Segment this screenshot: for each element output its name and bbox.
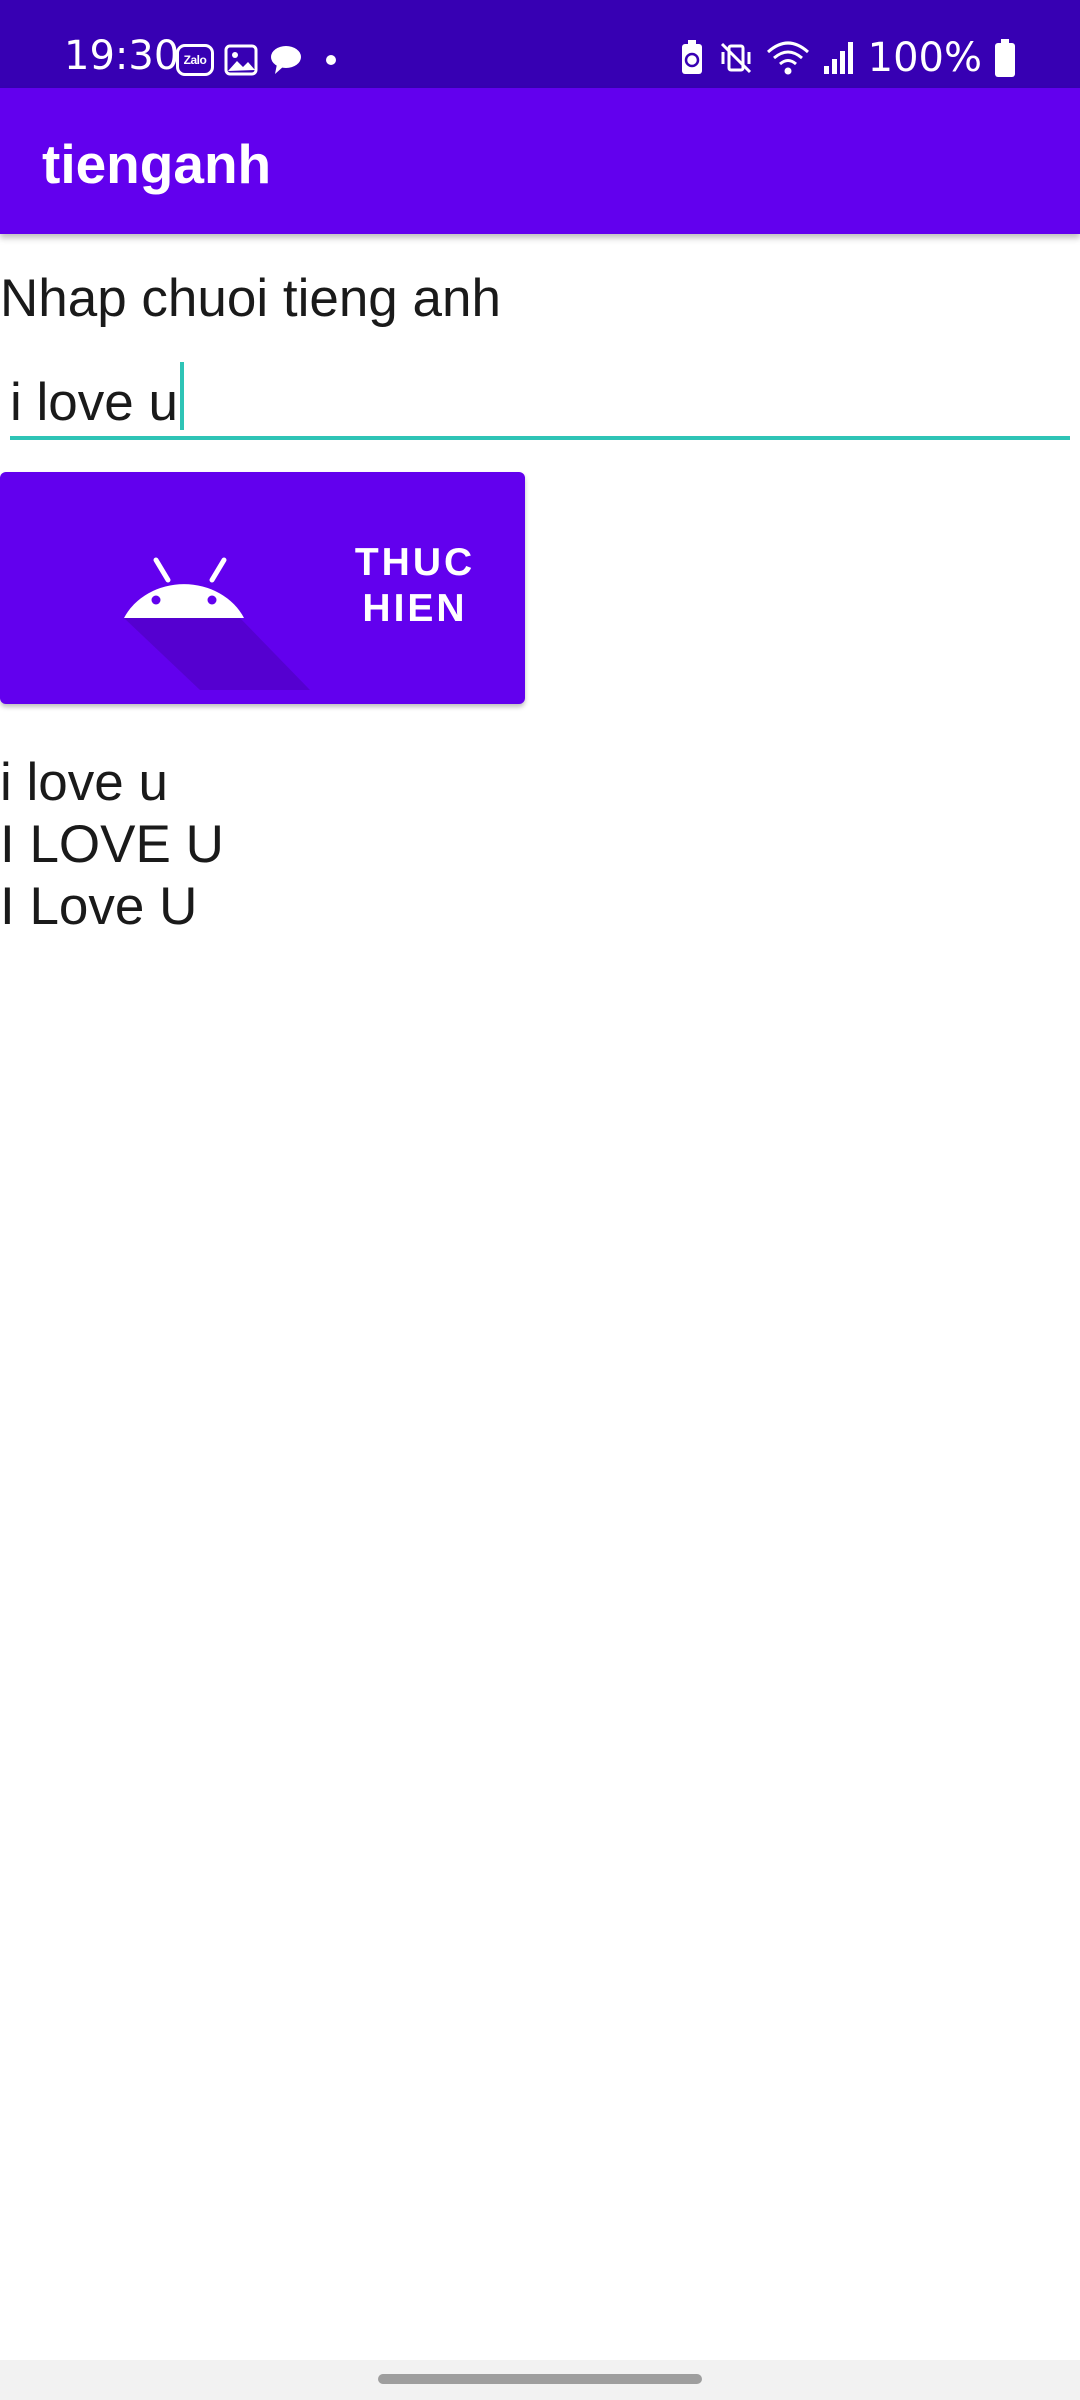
app-title: tienganh: [42, 133, 272, 195]
wifi-icon: [766, 41, 809, 75]
battery-icon: [995, 39, 1015, 77]
gesture-handle[interactable]: [378, 2374, 702, 2384]
battery-saver-icon: [681, 40, 702, 74]
results-text: i love u I LOVE U I Love U: [0, 752, 224, 938]
gallery-icon: [224, 44, 258, 76]
dot-icon: [326, 55, 336, 65]
input-value[interactable]: i love u: [10, 373, 178, 432]
notification-icons: Zalo: [176, 40, 336, 80]
chat-bubble-icon: [271, 46, 301, 74]
thuc-hien-button[interactable]: THUC HIEN: [0, 472, 525, 704]
status-bar: 19:30 Zalo 100%: [0, 0, 1080, 88]
status-time: 19:30: [64, 33, 180, 79]
result-titlecase: I Love U: [0, 877, 198, 936]
navigation-bar: [0, 2360, 1080, 2400]
input-value-wrapper[interactable]: i love u: [10, 362, 184, 434]
text-cursor: [179, 362, 184, 430]
vibrate-mute-icon: [720, 42, 751, 74]
screen: 19:30 Zalo 100% tienganh Nhap chuoi tien…: [0, 0, 1080, 2400]
thuc-hien-label: THUC HIEN: [354, 541, 476, 630]
system-icons: 100%: [678, 36, 1016, 80]
battery-percent: 100%: [867, 35, 982, 81]
result-original: i love u: [0, 753, 168, 812]
prompt-label: Nhap chuoi tieng anh: [0, 269, 501, 328]
result-uppercase: I LOVE U: [0, 815, 224, 874]
zalo-icon: Zalo: [176, 44, 214, 76]
signal-icon: [823, 42, 853, 74]
english-text-input[interactable]: i love u: [10, 352, 1070, 440]
app-bar: tienganh: [0, 88, 1080, 234]
android-icon: [124, 557, 310, 690]
